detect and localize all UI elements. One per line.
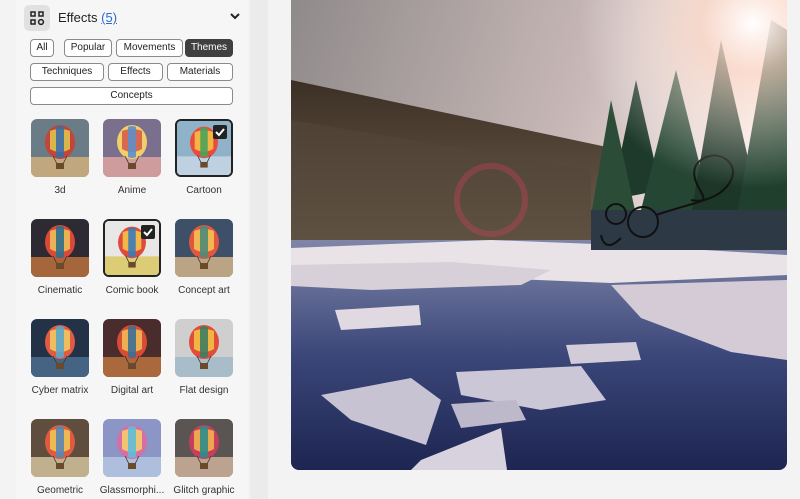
- panel-divider: [250, 0, 268, 499]
- effect-label: Geometric: [36, 485, 84, 496]
- effect-label: Glitch graphic: [173, 485, 235, 496]
- effect-thumbnail: [31, 219, 89, 277]
- effects-header[interactable]: Effects (5): [24, 5, 244, 31]
- effect-thumbnail: [103, 419, 161, 477]
- effect-tile[interactable]: Cinematic: [30, 218, 90, 296]
- effect-label: Glassmorphi...: [99, 485, 165, 496]
- effect-label: Cinematic: [37, 285, 83, 296]
- checkmark-icon: [141, 225, 155, 239]
- effect-tile[interactable]: Anime: [102, 118, 162, 196]
- effects-title: Effects (5): [58, 10, 117, 25]
- effects-title-label: Effects: [58, 10, 98, 25]
- effect-tile[interactable]: Digital art: [102, 318, 162, 396]
- effect-label: Concept art: [178, 285, 230, 296]
- chevron-down-icon[interactable]: [228, 9, 242, 23]
- effects-panel: Effects (5) All Popular Movements Themes…: [16, 0, 248, 499]
- effect-tile[interactable]: Concept art: [174, 218, 234, 296]
- effects-grid-icon[interactable]: [24, 5, 50, 31]
- effect-tile[interactable]: Glitch graphic: [173, 418, 235, 496]
- effect-tile[interactable]: Flat design: [174, 318, 234, 396]
- effect-label: Comic book: [105, 285, 159, 296]
- effect-thumbnail: [103, 119, 161, 177]
- effect-tile[interactable]: 3d: [30, 118, 90, 196]
- filter-chip-concepts[interactable]: Concepts: [30, 87, 233, 105]
- effect-thumbnail: [175, 219, 233, 277]
- effect-thumbnail: [31, 319, 89, 377]
- effect-label: Digital art: [110, 385, 154, 396]
- effect-tile[interactable]: Geometric: [30, 418, 90, 496]
- checkmark-icon: [213, 125, 227, 139]
- effect-tile[interactable]: Cartoon: [174, 118, 234, 196]
- effect-label: Cyber matrix: [31, 385, 89, 396]
- filter-chips: All Popular Movements Themes Techniques …: [30, 39, 248, 109]
- effect-tile[interactable]: Cyber matrix: [30, 318, 90, 396]
- filter-chip-techniques[interactable]: Techniques: [30, 63, 104, 81]
- effects-grid: 3d Anime Cartoon Cinematic Comic book Concept…: [30, 118, 248, 499]
- effect-label: Cartoon: [186, 185, 222, 196]
- generated-image-preview[interactable]: [291, 0, 787, 470]
- filter-chip-popular[interactable]: Popular: [64, 39, 112, 57]
- effect-thumbnail: [175, 119, 233, 177]
- effect-tile[interactable]: Glassmorphi...: [100, 418, 164, 496]
- effect-thumbnail: [175, 419, 233, 477]
- effect-thumbnail: [175, 319, 233, 377]
- effects-count[interactable]: (5): [101, 10, 117, 25]
- filter-chip-effects[interactable]: Effects: [108, 63, 163, 81]
- filter-chip-themes[interactable]: Themes: [185, 39, 233, 57]
- effect-tile[interactable]: Comic book: [102, 218, 162, 296]
- effect-thumbnail: [103, 319, 161, 377]
- filter-chip-materials[interactable]: Materials: [167, 63, 233, 81]
- filter-chip-movements[interactable]: Movements: [116, 39, 183, 57]
- effect-thumbnail: [103, 219, 161, 277]
- effect-thumbnail: [31, 419, 89, 477]
- effect-label: 3d: [54, 185, 66, 196]
- effect-label: Anime: [117, 185, 147, 196]
- effect-thumbnail: [31, 119, 89, 177]
- effect-label: Flat design: [179, 385, 229, 396]
- filter-chip-all[interactable]: All: [30, 39, 54, 57]
